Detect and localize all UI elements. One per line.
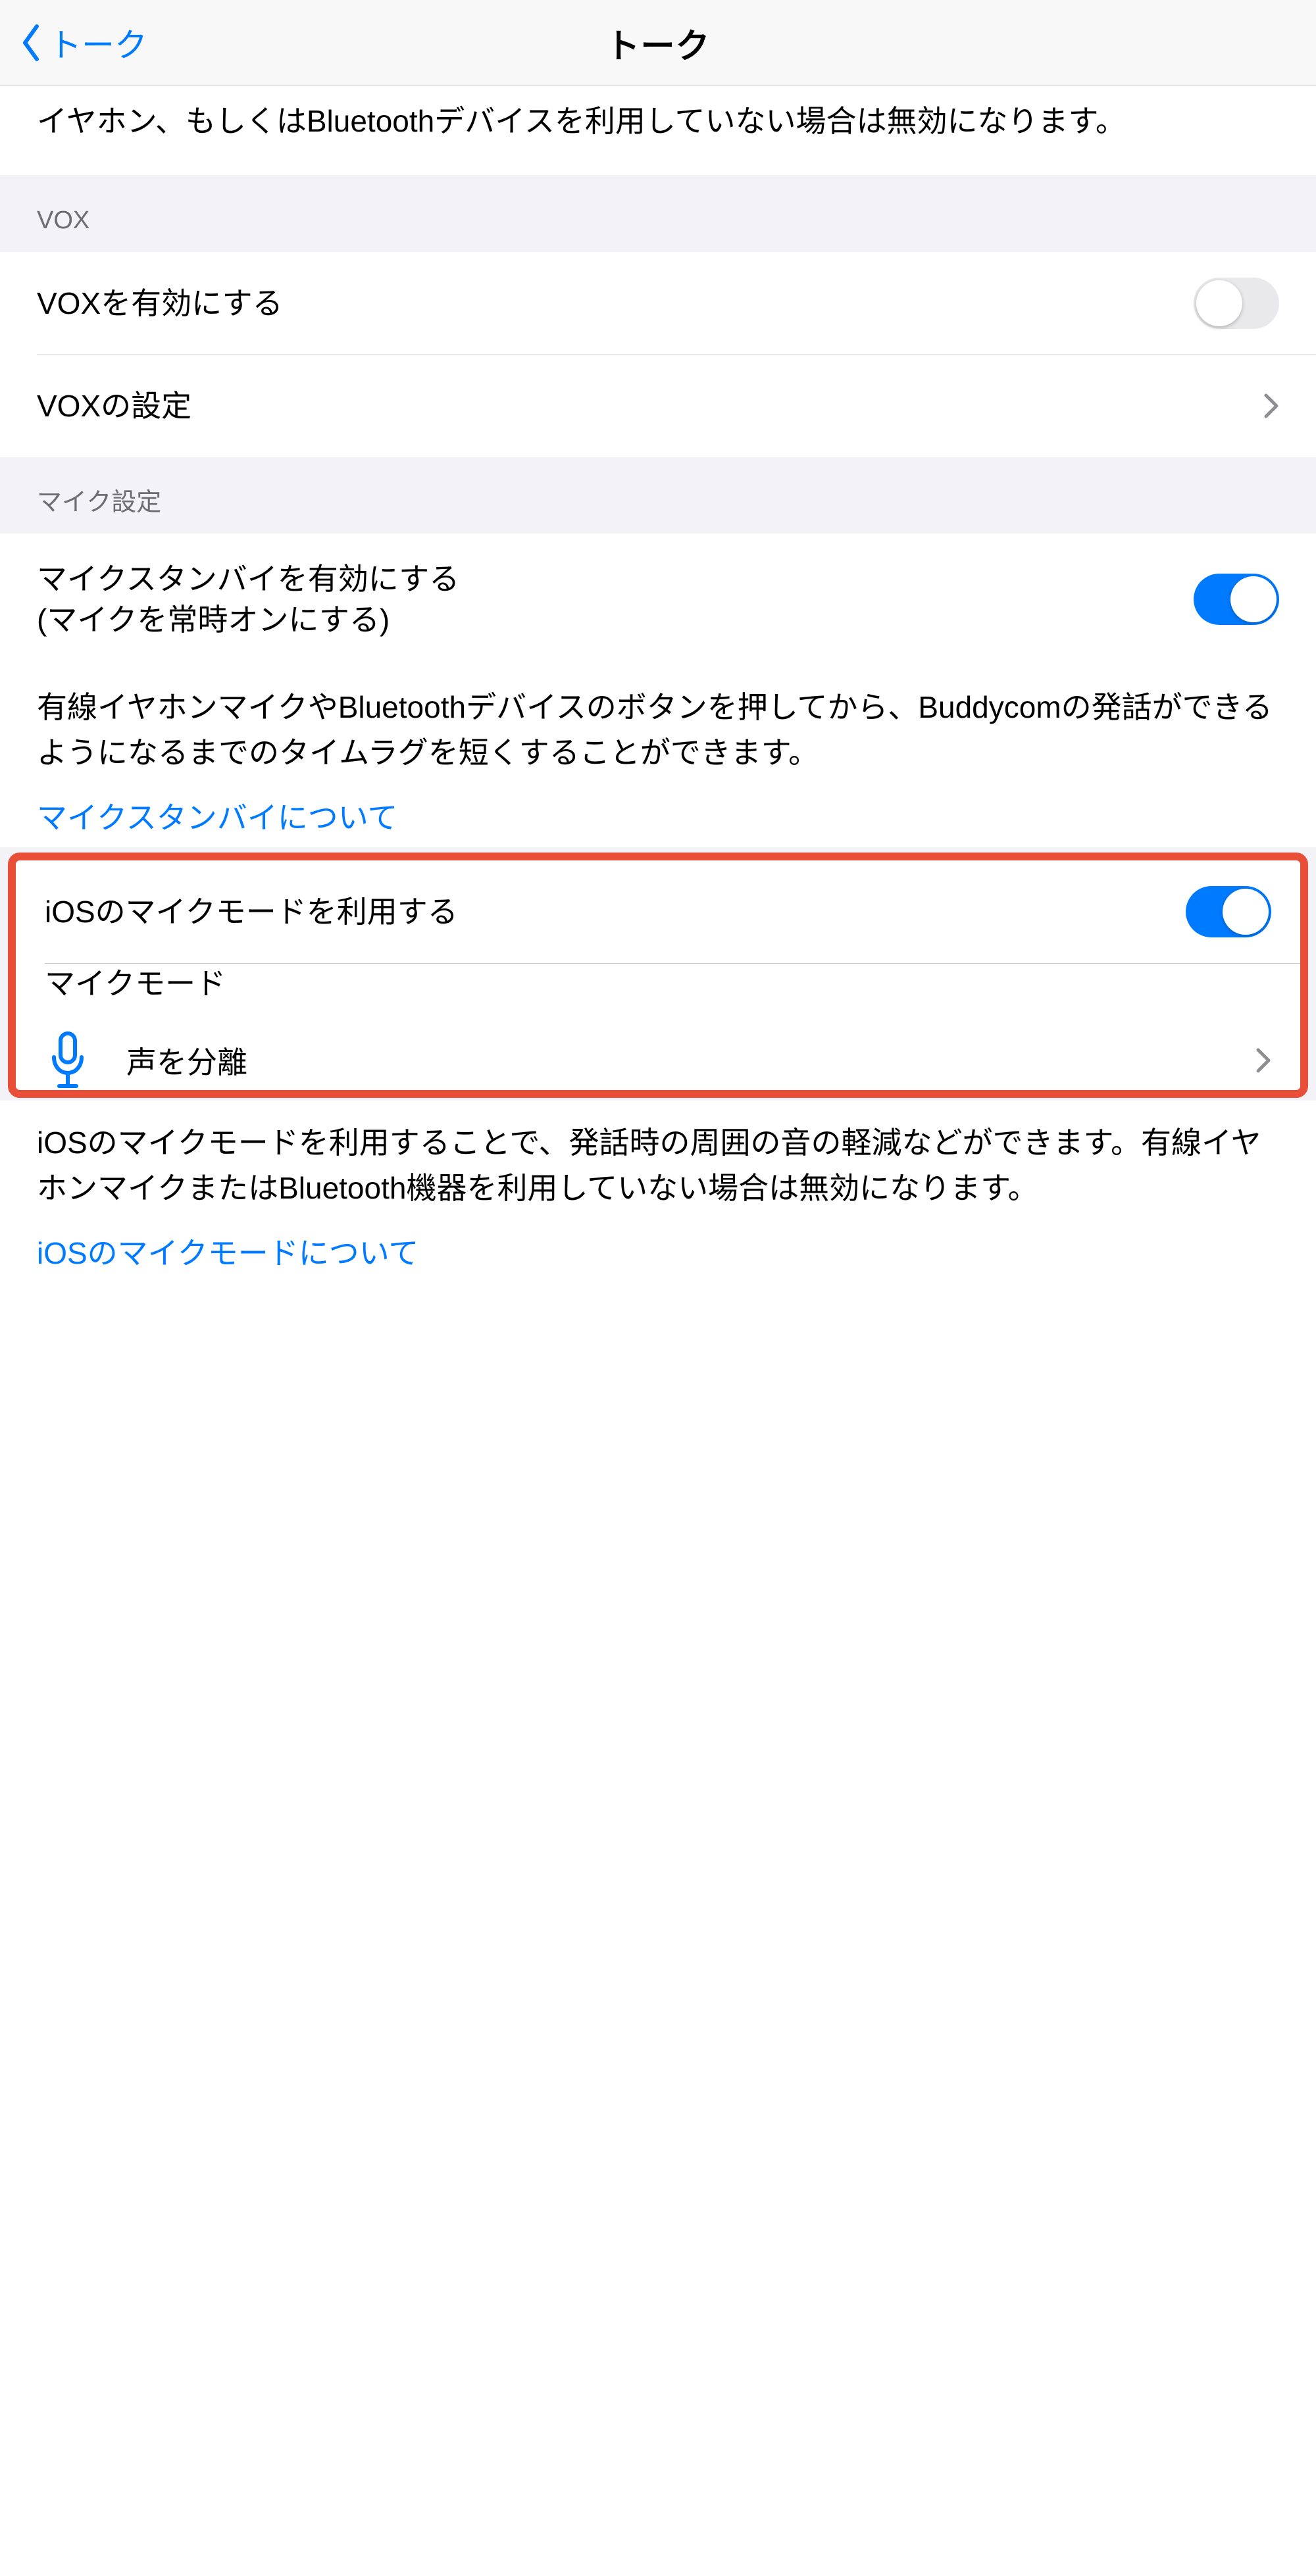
section-vox: VOX VOXを有効にする VOXの設定 xyxy=(0,175,1316,457)
switch-knob-icon xyxy=(1223,889,1269,935)
chevron-right-icon xyxy=(1263,393,1279,419)
switch-mic-standby[interactable] xyxy=(1194,574,1279,625)
back-chevron-icon xyxy=(20,24,42,62)
switch-knob-icon xyxy=(1230,576,1277,622)
cell-group-mic: マイクスタンバイを有効にする (マイクを常時オンにする) xyxy=(0,533,1316,665)
highlight-ios-mic-mode: iOSのマイクモードを利用する マイクモード 声を分離 xyxy=(8,853,1308,1097)
microphone-icon xyxy=(45,1031,91,1090)
ios-mic-mode-note: iOSのマイクモードを利用することで、発話時の周囲の音の軽減などができます。有線… xyxy=(37,1120,1279,1211)
section-header-mic: マイク設定 xyxy=(0,457,1316,534)
row-mic-mode-title: マイクモード xyxy=(45,963,1271,1004)
row-vox-settings[interactable]: VOXの設定 xyxy=(0,355,1316,457)
row-mic-standby-label-line2: (マイクを常時オンにする) xyxy=(37,599,459,640)
cell-group-vox: VOXを有効にする VOXの設定 xyxy=(0,252,1316,457)
row-mic-mode-left: 声を分離 xyxy=(45,1031,247,1090)
row-mic-mode-value-row: 声を分離 xyxy=(45,1031,1271,1090)
earphone-bluetooth-note: イヤホン、もしくはBluetoothデバイスを利用していない場合は無効になります… xyxy=(0,86,1316,175)
row-ios-mic-mode-enable-label: iOSのマイクモードを利用する xyxy=(45,891,458,932)
mic-standby-note: 有線イヤホンマイクやBluetoothデバイスのボタンを押してから、Buddyc… xyxy=(37,685,1279,776)
row-mic-mode[interactable]: マイクモード 声を分離 xyxy=(16,963,1300,1089)
switch-vox-enable[interactable] xyxy=(1194,278,1279,329)
chevron-right-icon xyxy=(1255,1047,1271,1074)
ios-mic-mode-footer: iOSのマイクモードを利用することで、発話時の周囲の音の軽減などができます。有線… xyxy=(0,1101,1316,1283)
ios-mic-mode-link[interactable]: iOSのマイクモードについて xyxy=(37,1231,1279,1276)
row-vox-settings-label: VOXの設定 xyxy=(37,385,191,426)
row-ios-mic-mode-enable[interactable]: iOSのマイクモードを利用する xyxy=(16,860,1300,963)
section-mic-settings: マイク設定 マイクスタンバイを有効にする (マイクを常時オンにする) 有線イヤホ… xyxy=(0,457,1316,1283)
mic-standby-footer: 有線イヤホンマイクやBluetoothデバイスのボタンを押してから、Buddyc… xyxy=(0,665,1316,847)
mic-standby-link[interactable]: マイクスタンバイについて xyxy=(37,795,1279,841)
row-vox-enable-label: VOXを有効にする xyxy=(37,283,283,324)
row-mic-standby-label: マイクスタンバイを有効にする (マイクを常時オンにする) xyxy=(37,558,459,640)
row-vox-enable[interactable]: VOXを有効にする xyxy=(0,252,1316,355)
back-label: トーク xyxy=(49,19,147,66)
switch-ios-mic-mode[interactable] xyxy=(1186,886,1271,937)
row-mic-mode-value: 声を分離 xyxy=(126,1039,247,1082)
navigation-bar: トーク トーク xyxy=(0,0,1316,86)
row-mic-standby-label-line1: マイクスタンバイを有効にする xyxy=(37,562,459,596)
page-title: トーク xyxy=(605,18,710,68)
row-mic-standby[interactable]: マイクスタンバイを有効にする (マイクを常時オンにする) xyxy=(0,533,1316,665)
back-button[interactable]: トーク xyxy=(20,0,147,86)
section-header-vox: VOX xyxy=(0,175,1316,252)
switch-knob-icon xyxy=(1196,280,1242,326)
